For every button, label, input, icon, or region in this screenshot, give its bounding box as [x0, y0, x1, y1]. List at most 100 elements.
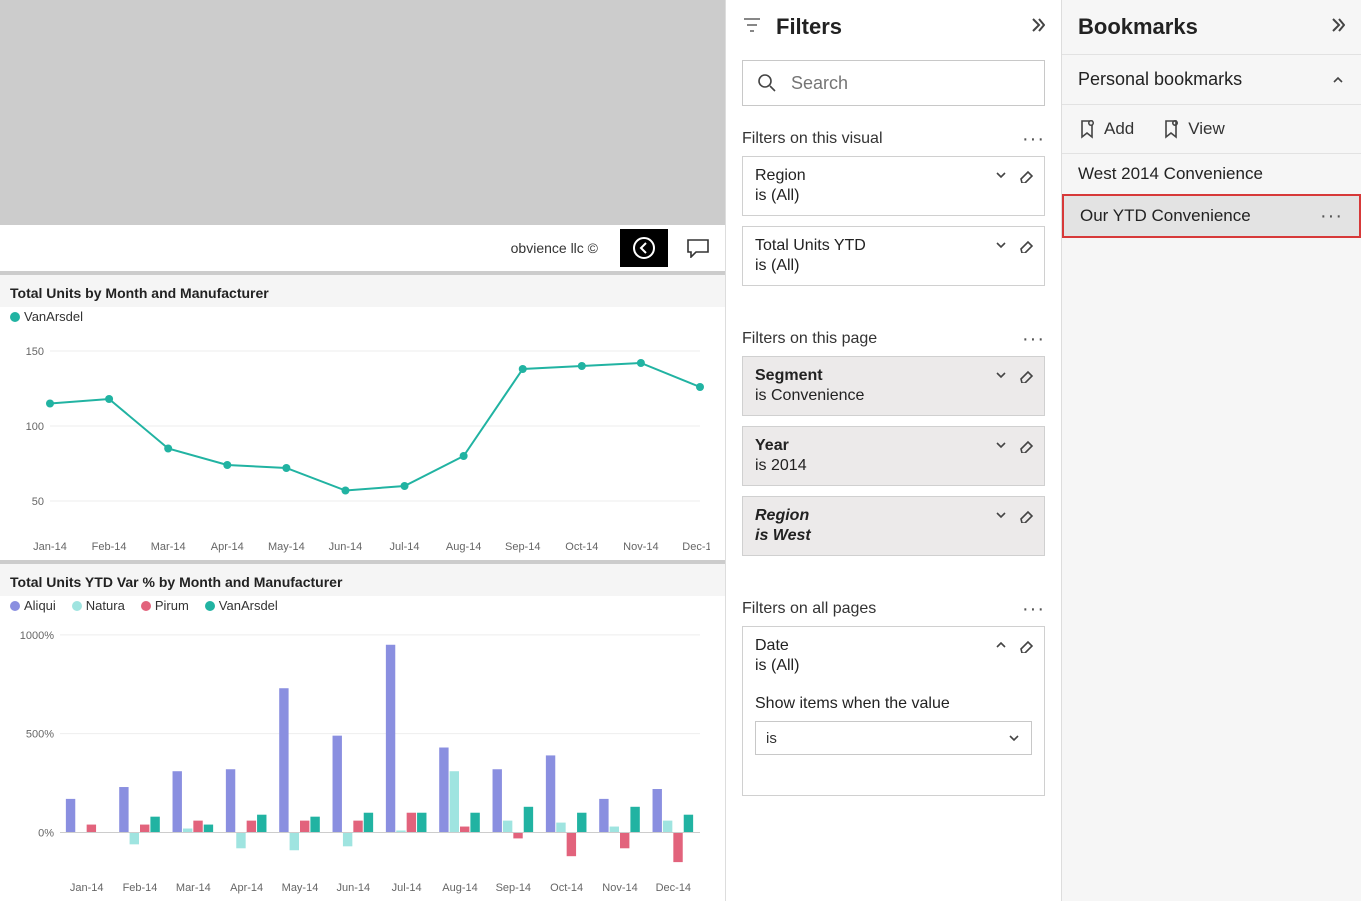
svg-text:Mar-14: Mar-14: [176, 882, 211, 894]
collapse-pane-icon[interactable]: [1327, 14, 1345, 40]
visual-bar-ytd-var[interactable]: Total Units YTD Var % by Month and Manuf…: [0, 564, 725, 901]
svg-text:50: 50: [32, 496, 44, 508]
svg-text:Jun-14: Jun-14: [329, 541, 363, 553]
bookmarks-title: Bookmarks: [1078, 14, 1198, 40]
personal-bookmarks-header[interactable]: Personal bookmarks: [1062, 54, 1361, 105]
filters-visual-header: Filters on this visual ···: [726, 120, 1061, 156]
bookmarks-pane: Bookmarks Personal bookmarks Add View We…: [1061, 0, 1361, 901]
add-bookmark-button[interactable]: Add: [1078, 119, 1134, 139]
chevron-icon[interactable]: [994, 238, 1008, 252]
filter-value: is (All): [755, 657, 1032, 675]
more-options-icon[interactable]: ···: [1022, 605, 1045, 613]
bookmark-item-selected[interactable]: Our YTD Convenience ···: [1062, 194, 1361, 238]
view-label: View: [1188, 119, 1225, 139]
more-options-icon[interactable]: ···: [1022, 335, 1045, 343]
chevron-icon[interactable]: [994, 438, 1008, 452]
svg-text:Sep-14: Sep-14: [505, 541, 540, 553]
chevron-icon[interactable]: [994, 508, 1008, 522]
chevron-down-icon: [1007, 731, 1021, 745]
filter-name: Segment: [755, 367, 1032, 385]
collapse-pane-icon[interactable]: [1027, 14, 1045, 40]
svg-text:May-14: May-14: [282, 882, 319, 894]
filter-card[interactable]: Year is 2014: [742, 426, 1045, 486]
add-label: Add: [1104, 119, 1134, 139]
svg-text:Dec-14: Dec-14: [682, 541, 710, 553]
eraser-icon[interactable]: [1018, 167, 1034, 183]
svg-text:May-14: May-14: [268, 541, 305, 553]
more-options-icon[interactable]: ···: [1022, 135, 1045, 143]
svg-text:Nov-14: Nov-14: [623, 541, 658, 553]
eraser-icon[interactable]: [1018, 237, 1034, 253]
svg-text:Nov-14: Nov-14: [602, 882, 637, 894]
filter-card[interactable]: Region is (All): [742, 156, 1045, 216]
svg-text:Apr-14: Apr-14: [230, 882, 263, 894]
filter-card[interactable]: Segment is Convenience: [742, 356, 1045, 416]
filter-icon: [742, 14, 762, 40]
legend-item[interactable]: Aliqui: [10, 598, 56, 613]
view-bookmark-button[interactable]: View: [1162, 119, 1225, 139]
filter-name: Region: [755, 167, 1032, 185]
filters-search[interactable]: [742, 60, 1045, 106]
section-title: Filters on this page: [742, 330, 877, 348]
filters-search-input[interactable]: [791, 73, 1030, 94]
chevron-icon[interactable]: [994, 368, 1008, 382]
filter-card[interactable]: Total Units YTD is (All): [742, 226, 1045, 286]
filter-value: is 2014: [755, 457, 1032, 475]
logo-tile[interactable]: [620, 229, 668, 267]
eraser-icon[interactable]: [1018, 437, 1034, 453]
filter-card-date[interactable]: Date is (All) Show items when the value …: [742, 626, 1045, 796]
svg-text:1000%: 1000%: [20, 630, 54, 642]
filter-name: Region: [755, 507, 1032, 525]
svg-text:500%: 500%: [26, 729, 54, 741]
filter-value: is (All): [755, 257, 1032, 275]
svg-text:Aug-14: Aug-14: [446, 541, 481, 553]
legend-item[interactable]: Natura: [72, 598, 125, 613]
bookmark-label: West 2014 Convenience: [1078, 164, 1263, 184]
filters-page-header: Filters on this page ···: [726, 320, 1061, 356]
legend-item[interactable]: Pirum: [141, 598, 189, 613]
eraser-icon[interactable]: [1018, 637, 1034, 653]
svg-text:Mar-14: Mar-14: [151, 541, 186, 553]
svg-text:Jun-14: Jun-14: [337, 882, 371, 894]
more-options-icon[interactable]: ···: [1320, 212, 1343, 220]
bookmark-add-icon: [1078, 119, 1096, 139]
chevron-up-icon[interactable]: [994, 638, 1008, 652]
section-title: Filters on this visual: [742, 130, 883, 148]
section-title: Filters on all pages: [742, 600, 876, 618]
chevron-icon[interactable]: [994, 168, 1008, 182]
filter-name: Date: [755, 637, 1032, 655]
bar-chart-svg: 0%500%1000%Jan-14Feb-14Mar-14Apr-14May-1…: [10, 615, 710, 897]
personal-bookmarks-title: Personal bookmarks: [1078, 69, 1242, 90]
svg-text:Feb-14: Feb-14: [123, 882, 158, 894]
filter-card[interactable]: Region is West: [742, 496, 1045, 556]
legend-item[interactable]: VanArsdel: [205, 598, 278, 613]
eraser-icon[interactable]: [1018, 367, 1034, 383]
filter-value: is Convenience: [755, 387, 1032, 405]
chart-legend: Aliqui Natura Pirum VanArsdel: [0, 596, 725, 615]
line-chart-svg: 50100150Jan-14Feb-14Mar-14Apr-14May-14Ju…: [10, 326, 710, 556]
bookmarks-header: Bookmarks: [1062, 0, 1361, 54]
filters-all-header: Filters on all pages ···: [726, 590, 1061, 626]
svg-text:Oct-14: Oct-14: [565, 541, 598, 553]
svg-text:Dec-14: Dec-14: [656, 882, 691, 894]
filters-pane: Filters Filters on this visual ··· Regio…: [725, 0, 1061, 901]
filters-title: Filters: [776, 14, 842, 40]
bookmark-list: West 2014 Convenience Our YTD Convenienc…: [1062, 154, 1361, 238]
attribution-text: obvience llc ©: [511, 240, 598, 256]
bookmark-view-icon: [1162, 119, 1180, 139]
svg-text:Oct-14: Oct-14: [550, 882, 583, 894]
svg-text:Jan-14: Jan-14: [33, 541, 67, 553]
svg-text:Feb-14: Feb-14: [92, 541, 127, 553]
svg-text:150: 150: [26, 346, 44, 358]
attribution-bar: obvience llc ©: [0, 225, 725, 271]
eraser-icon[interactable]: [1018, 507, 1034, 523]
visual-line-total-units[interactable]: Total Units by Month and Manufacturer Va…: [0, 275, 725, 560]
condition-dropdown[interactable]: is: [755, 721, 1032, 755]
svg-text:Sep-14: Sep-14: [496, 882, 531, 894]
legend-item[interactable]: VanArsdel: [10, 309, 83, 324]
filter-name: Year: [755, 437, 1032, 455]
svg-text:Apr-14: Apr-14: [211, 541, 244, 553]
bookmark-item[interactable]: West 2014 Convenience: [1062, 154, 1361, 194]
comment-icon[interactable]: [686, 238, 710, 258]
filter-value: is West: [755, 527, 1032, 545]
